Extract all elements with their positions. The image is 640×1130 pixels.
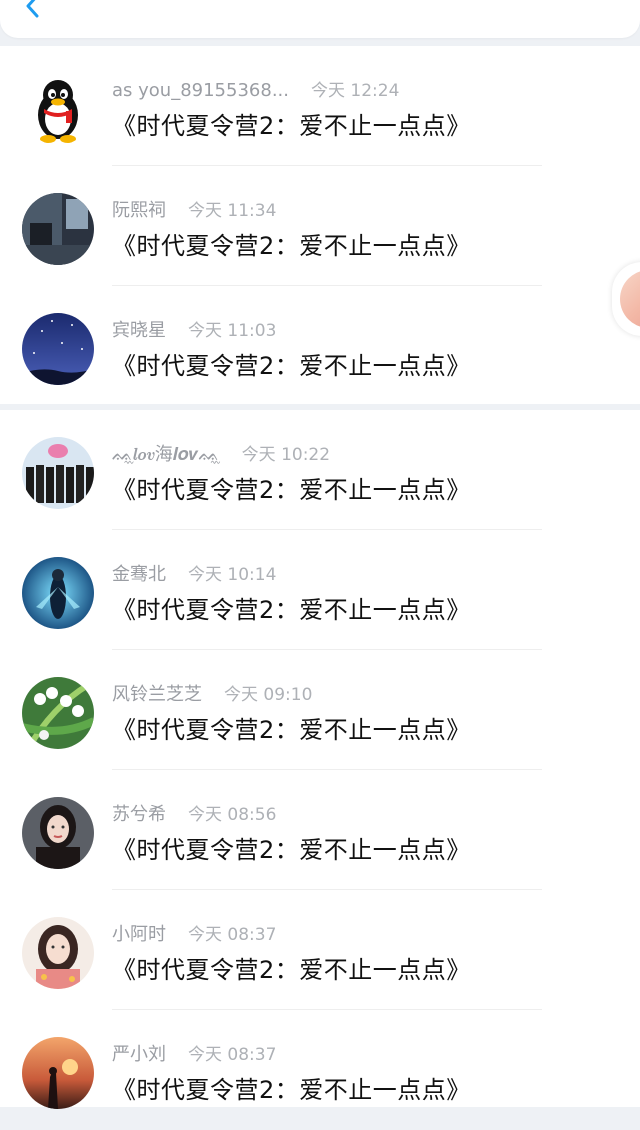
avatar[interactable]	[22, 917, 94, 989]
message-meta: 风铃兰芝芝 今天 09:10	[112, 682, 312, 708]
message-meta: 苏兮希 今天 08:56	[112, 802, 276, 828]
avatar[interactable]	[22, 557, 94, 629]
message-group-2: ᨐ᪶𝒍𝒐𝒗海𝒍𝒐𝒗ᨐ᪶ 今天 10:22 《时代夏令营2：爱不止一点点》 金骞北今…	[0, 410, 640, 1109]
message-meta: 严小刘 今天 08:37	[112, 1042, 276, 1068]
message-row[interactable]: ᨐ᪶𝒍𝒐𝒗海𝒍𝒐𝒗ᨐ᪶ 今天 10:22 《时代夏令营2：爱不止一点点》	[0, 410, 640, 530]
message-row[interactable]: 苏兮希 今天 08:56 《时代夏令营2：爱不止一点点》	[0, 770, 640, 890]
message-row[interactable]: 小阿时 今天 08:37 《时代夏令营2：爱不止一点点》	[0, 890, 640, 1010]
message-row[interactable]: 风铃兰芝芝 今天 09:10 《时代夏令营2：爱不止一点点》	[0, 650, 640, 770]
message-time: 今天 08:37	[188, 1045, 277, 1065]
avatar[interactable]	[22, 313, 94, 385]
message-time: 今天 10:14	[188, 565, 277, 585]
message-meta: 阮熙祠 今天 11:34	[112, 198, 276, 224]
message-time: 今天 08:56	[188, 805, 277, 825]
chevron-left-icon[interactable]	[20, 0, 44, 20]
message-text: 《时代夏令营2：爱不止一点点》	[112, 596, 471, 624]
sender-name[interactable]: 严小刘	[112, 1044, 166, 1065]
message-time: 今天 10:22	[241, 445, 331, 465]
girl-dark-photo	[22, 797, 94, 869]
sender-name[interactable]: 苏兮希	[112, 804, 166, 825]
avatar[interactable]	[22, 73, 94, 145]
message-time: 今天 11:34	[188, 201, 277, 221]
message-text: 《时代夏令营2：爱不止一点点》	[112, 836, 471, 864]
avatar[interactable]	[22, 1037, 94, 1109]
sender-name[interactable]: 宾晓星	[112, 320, 166, 341]
blue-figure-photo	[22, 557, 94, 629]
message-text: 《时代夏令营2：爱不止一点点》	[112, 716, 471, 744]
message-time: 今天 09:10	[224, 685, 313, 705]
message-text: 《时代夏令营2：爱不止一点点》	[112, 112, 471, 140]
top-bar	[0, 0, 640, 38]
group-photo	[22, 437, 94, 509]
message-text: 《时代夏令营2：爱不止一点点》	[112, 476, 471, 504]
starry-sky-photo	[22, 313, 94, 385]
message-row[interactable]: 严小刘 今天 08:37 《时代夏令营2：爱不止一点点》	[0, 1010, 640, 1130]
avatar[interactable]	[22, 437, 94, 509]
message-row[interactable]: 阮熙祠 今天 11:34 《时代夏令营2：爱不止一点点》	[0, 166, 640, 286]
avatar[interactable]	[22, 677, 94, 749]
sender-name[interactable]: as you_89155368...	[112, 80, 289, 101]
sender-name[interactable]: 阮熙祠	[112, 200, 166, 221]
message-text: 《时代夏令营2：爱不止一点点》	[112, 232, 471, 260]
message-text: 《时代夏令营2：爱不止一点点》	[112, 956, 471, 984]
sender-name[interactable]: 风铃兰芝芝	[112, 684, 202, 705]
avatar[interactable]	[22, 193, 94, 265]
dark-room-photo	[22, 193, 94, 265]
avatar[interactable]	[22, 797, 94, 869]
message-text: 《时代夏令营2：爱不止一点点》	[112, 352, 471, 380]
message-time: 今天 11:03	[188, 321, 277, 341]
message-meta: as you_89155368... 今天 12:24	[112, 78, 399, 104]
sunset-photo	[22, 1037, 94, 1109]
message-time: 今天 12:24	[311, 81, 400, 101]
message-group-1: as you_89155368... 今天 12:24 《时代夏令营2：爱不止一点…	[0, 46, 640, 404]
message-time: 今天 08:37	[188, 925, 277, 945]
message-meta: ᨐ᪶𝒍𝒐𝒗海𝒍𝒐𝒗ᨐ᪶ 今天 10:22	[112, 442, 330, 468]
message-row[interactable]: 金骞北 今天 10:14 《时代夏令营2：爱不止一点点》	[0, 530, 640, 650]
message-meta: 小阿时 今天 08:37	[112, 922, 276, 948]
message-row[interactable]: 宾晓星 今天 11:03 《时代夏令营2：爱不止一点点》	[0, 286, 640, 406]
floating-avatar	[620, 270, 640, 328]
lily-of-valley-photo	[22, 677, 94, 749]
sender-name[interactable]: ᨐ᪶𝒍𝒐𝒗海𝒍𝒐𝒗ᨐ᪶	[112, 444, 220, 465]
message-meta: 宾晓星 今天 11:03	[112, 318, 276, 344]
message-text: 《时代夏令营2：爱不止一点点》	[112, 1076, 471, 1104]
message-row[interactable]: as you_89155368... 今天 12:24 《时代夏令营2：爱不止一点…	[0, 46, 640, 166]
girl-floral-photo	[22, 917, 94, 989]
sender-name[interactable]: 金骞北	[112, 564, 166, 585]
message-meta: 金骞北 今天 10:14	[112, 562, 276, 588]
sender-name[interactable]: 小阿时	[112, 924, 166, 945]
qq-penguin-icon	[22, 73, 94, 145]
